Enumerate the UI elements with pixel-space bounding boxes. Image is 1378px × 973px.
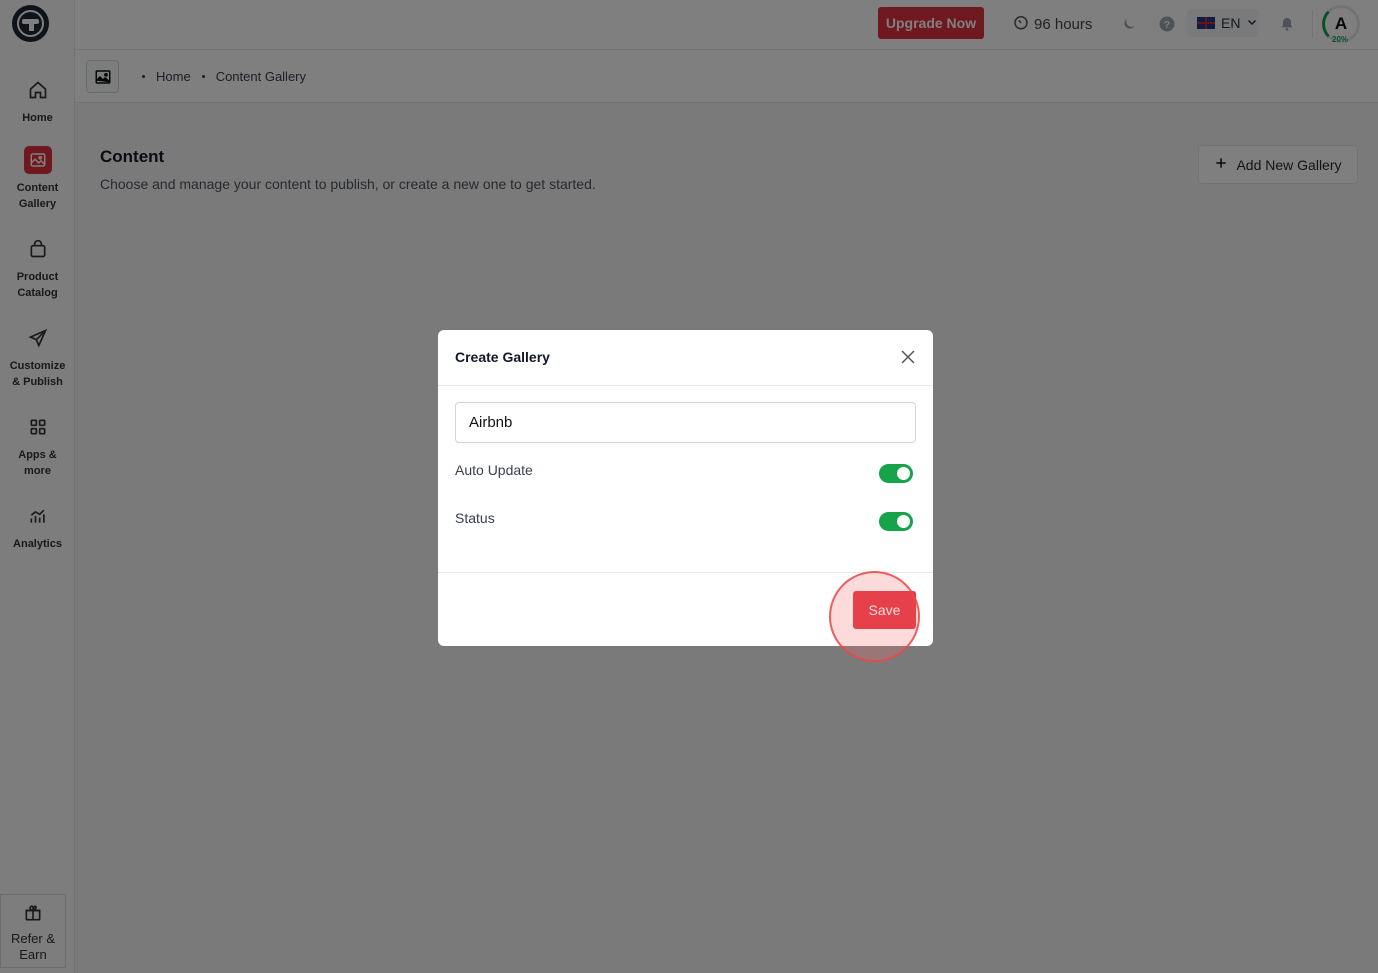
toggle-knob: [897, 515, 910, 528]
toggle-knob: [897, 467, 910, 480]
auto-update-label: Auto Update: [455, 462, 533, 478]
close-icon: [899, 348, 917, 369]
save-button[interactable]: Save: [853, 591, 916, 629]
status-label: Status: [455, 510, 495, 526]
modal-header: Create Gallery: [438, 330, 933, 386]
status-toggle[interactable]: [879, 512, 913, 531]
create-gallery-modal: Create Gallery Auto Update Status Save: [438, 330, 933, 646]
gallery-name-input[interactable]: [455, 402, 916, 443]
close-button[interactable]: [898, 348, 918, 368]
modal-title: Create Gallery: [455, 349, 550, 365]
auto-update-toggle[interactable]: [879, 464, 913, 483]
modal-footer-divider: [438, 572, 933, 573]
